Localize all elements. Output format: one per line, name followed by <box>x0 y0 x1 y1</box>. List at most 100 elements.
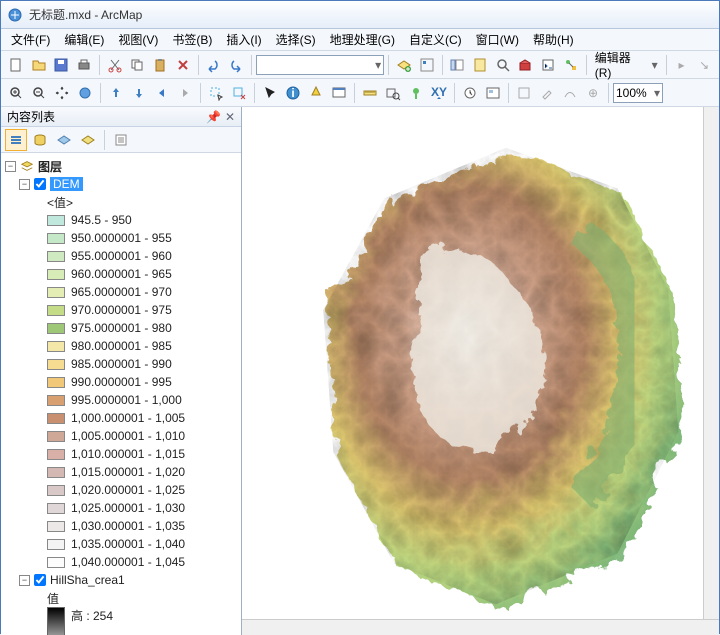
list-by-visibility-button[interactable] <box>53 129 75 151</box>
cut-button[interactable] <box>104 54 126 76</box>
menu-item[interactable]: 编辑(E) <box>58 29 110 50</box>
class-label: 975.0000001 - 980 <box>71 321 172 335</box>
close-panel-icon[interactable]: ✕ <box>225 110 235 124</box>
edit-vertices-icon[interactable]: ↘ <box>693 54 715 76</box>
value-header: <值> <box>47 194 73 211</box>
edit-tool-icon[interactable]: ▸ <box>671 54 693 76</box>
class-label: 1,030.000001 - 1,035 <box>71 519 185 533</box>
search-button[interactable] <box>492 54 514 76</box>
collapse-icon[interactable]: − <box>19 575 30 586</box>
class-label: 1,010.000001 - 1,015 <box>71 447 185 461</box>
editor-label[interactable]: 编辑器(R) <box>591 49 651 80</box>
menu-item[interactable]: 插入(I) <box>220 29 267 50</box>
editor-dropdown-icon[interactable]: ▾ <box>652 58 662 72</box>
menu-item[interactable]: 文件(F) <box>5 29 56 50</box>
class-label: 1,025.000001 - 1,030 <box>71 501 185 515</box>
map-view[interactable] <box>242 107 719 635</box>
measure-button[interactable] <box>359 82 381 104</box>
class-swatch <box>47 503 65 514</box>
collapse-icon[interactable]: − <box>5 161 16 172</box>
save-button[interactable] <box>50 54 72 76</box>
dem-layer-label[interactable]: DEM <box>50 177 83 191</box>
redo-button[interactable] <box>225 54 247 76</box>
scrollbar-horizontal[interactable] <box>242 619 719 635</box>
class-swatch <box>47 431 65 442</box>
class-label: 990.0000001 - 995 <box>71 375 172 389</box>
html-popup-button[interactable] <box>328 82 350 104</box>
hyperlink-button[interactable] <box>305 82 327 104</box>
hillshade-layer-label[interactable]: HillSha_crea1 <box>50 573 125 587</box>
select-features-button[interactable] <box>205 82 227 104</box>
identify-button[interactable]: i <box>282 82 304 104</box>
list-by-selection-button[interactable] <box>77 129 99 151</box>
class-label: 1,040.000001 - 1,045 <box>71 555 185 569</box>
time-slider-button[interactable] <box>459 82 481 104</box>
next-extent-button[interactable] <box>174 82 196 104</box>
high-label: 高 : 254 <box>71 607 113 624</box>
copy-button[interactable] <box>127 54 149 76</box>
layer-checkbox[interactable] <box>34 574 46 586</box>
menu-item[interactable]: 选择(S) <box>270 29 322 50</box>
undo-button[interactable] <box>203 54 225 76</box>
edit-sketch-properties-button[interactable] <box>513 82 535 104</box>
class-label: 985.0000001 - 990 <box>71 357 172 371</box>
list-by-source-button[interactable] <box>29 129 51 151</box>
trace-button[interactable] <box>559 82 581 104</box>
new-button[interactable] <box>5 54 27 76</box>
toc-button[interactable] <box>447 54 469 76</box>
root-label[interactable]: 图层 <box>38 158 62 175</box>
create-viewer-button[interactable] <box>482 82 504 104</box>
modelbuilder-button[interactable] <box>560 54 582 76</box>
fixed-zoom-out-button[interactable] <box>128 82 150 104</box>
select-elements-button[interactable] <box>259 82 281 104</box>
class-swatch <box>47 485 65 496</box>
edit-annotation-button[interactable] <box>536 82 558 104</box>
menu-item[interactable]: 自定义(C) <box>403 29 468 50</box>
open-button[interactable] <box>28 54 50 76</box>
class-swatch <box>47 215 65 226</box>
find-route-button[interactable] <box>405 82 427 104</box>
class-swatch <box>47 449 65 460</box>
options-button[interactable] <box>110 129 132 151</box>
class-label: 1,020.000001 - 1,025 <box>71 483 185 497</box>
fixed-zoom-in-button[interactable] <box>105 82 127 104</box>
find-button[interactable] <box>382 82 404 104</box>
editor-toolbar-icon[interactable] <box>416 54 438 76</box>
menu-item[interactable]: 帮助(H) <box>527 29 580 50</box>
zoom-combo[interactable]: 100%▾ <box>613 83 663 103</box>
value-header: 值 <box>47 590 59 607</box>
menu-item[interactable]: 书签(B) <box>166 29 218 50</box>
class-label: 1,015.000001 - 1,020 <box>71 465 185 479</box>
paste-button[interactable] <box>149 54 171 76</box>
delete-button[interactable] <box>172 54 194 76</box>
class-swatch <box>47 557 65 568</box>
menu-item[interactable]: 地理处理(G) <box>324 29 401 50</box>
python-button[interactable] <box>537 54 559 76</box>
menu-item[interactable]: 视图(V) <box>112 29 164 50</box>
add-data-button[interactable] <box>393 54 415 76</box>
prev-extent-button[interactable] <box>151 82 173 104</box>
toc-tree[interactable]: −图层−DEM<值>945.5 - 950950.0000001 - 95595… <box>1 153 241 635</box>
snapping-button[interactable]: ⊕ <box>582 82 604 104</box>
list-by-drawing-order-button[interactable] <box>5 129 27 151</box>
collapse-icon[interactable]: − <box>19 179 30 190</box>
arctoolbox-button[interactable] <box>515 54 537 76</box>
scale-combo[interactable]: ▾ <box>256 55 384 75</box>
go-to-xy-button[interactable]: XY <box>428 82 450 104</box>
catalog-button[interactable] <box>469 54 491 76</box>
layer-checkbox[interactable] <box>34 178 46 190</box>
svg-text:XY: XY <box>431 85 447 99</box>
class-swatch <box>47 233 65 244</box>
print-button[interactable] <box>73 54 95 76</box>
class-swatch <box>47 521 65 532</box>
menu-item[interactable]: 窗口(W) <box>470 29 525 50</box>
zoom-out-button[interactable] <box>28 82 50 104</box>
pin-icon[interactable]: 📌 <box>206 110 221 124</box>
scrollbar-vertical[interactable] <box>703 107 719 635</box>
zoom-in-button[interactable] <box>5 82 27 104</box>
full-extent-button[interactable] <box>74 82 96 104</box>
clear-selection-button[interactable] <box>228 82 250 104</box>
class-swatch <box>47 377 65 388</box>
layers-icon <box>20 159 34 173</box>
pan-button[interactable] <box>51 82 73 104</box>
